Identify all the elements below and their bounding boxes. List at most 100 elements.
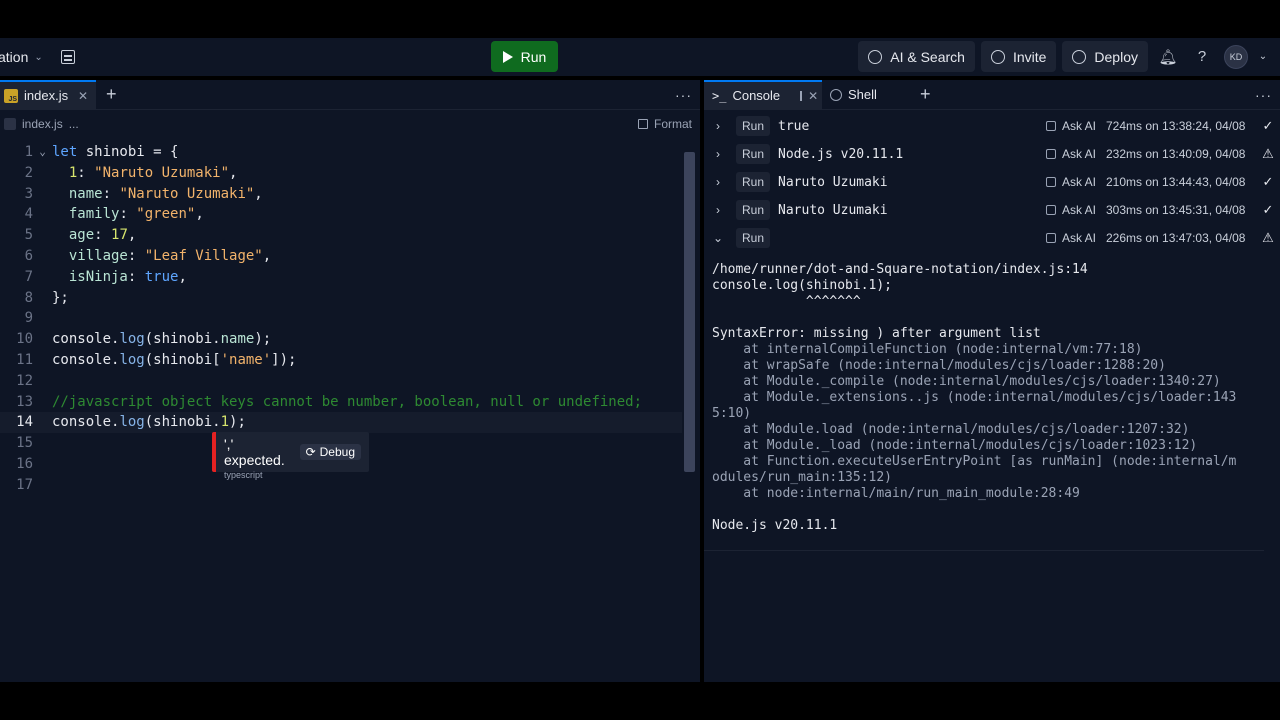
expand-chevron-icon[interactable]: › [704, 147, 732, 161]
close-icon[interactable]: ✕ [78, 89, 88, 103]
code-line[interactable]: 7 isNinja: true, [0, 267, 682, 288]
gutter [33, 475, 52, 496]
file-tree-icon[interactable] [60, 50, 75, 64]
code-line[interactable]: 5 age: 17, [0, 225, 682, 246]
debug-button[interactable]: ⟳ Debug [299, 444, 361, 460]
ask-ai-button[interactable]: Ask AI [1045, 203, 1096, 217]
code-token: family [68, 206, 120, 223]
bell-icon[interactable]: 🔔︎ [1154, 41, 1182, 72]
ask-ai-label: Ask AI [1061, 147, 1096, 161]
code-token: "Naruto Uzumaki" [119, 185, 255, 202]
more-options-icon[interactable]: ··· [1255, 87, 1272, 103]
output-line: at Module._extensions..js (node:internal… [712, 390, 1237, 405]
js-file-icon [4, 118, 16, 130]
expand-chevron-icon[interactable]: › [704, 119, 732, 133]
ai-icon [868, 49, 883, 64]
trash-icon[interactable] [800, 90, 803, 101]
line-number: 8 [24, 289, 33, 306]
code-token: ); [229, 414, 246, 431]
gutter [33, 454, 52, 475]
fold-chevron-icon[interactable]: ⌄ [33, 142, 52, 163]
run-entry[interactable]: › Run Naruto Uzumaki Ask AI 303ms on 13:45:3… [704, 196, 1280, 224]
code-token: , [254, 185, 263, 202]
tab-shell[interactable]: Shell [822, 80, 912, 110]
expand-chevron-icon[interactable]: › [704, 203, 732, 217]
code-line[interactable]: 8}; [0, 288, 682, 309]
deploy-icon [1072, 49, 1087, 64]
code-line[interactable]: 13 //javascript object keys cannot be num… [0, 392, 682, 413]
editor-scrollbar[interactable] [684, 152, 695, 472]
code-line[interactable]: 12 [0, 371, 682, 392]
deploy-button[interactable]: Deploy [1062, 41, 1148, 72]
format-button[interactable]: Format [637, 117, 692, 131]
run-entry[interactable]: › Run true Ask AI 724ms on 13:38:24, 04/08 ✓ [704, 112, 1280, 140]
run-tag: Run [736, 172, 771, 192]
code-line[interactable]: 1 ⌄ let shinobi = { [0, 142, 682, 163]
debug-label: Debug [319, 445, 355, 459]
run-output: true [778, 118, 810, 134]
code-token: : [77, 164, 95, 181]
output-line: at wrapSafe (node:internal/modules/cjs/l… [712, 358, 1166, 373]
code-line[interactable]: 9 [0, 308, 682, 329]
add-tab-icon[interactable]: + [920, 84, 931, 105]
run-entry[interactable]: › Run Naruto Uzumaki Ask AI 210ms on 13:44:4… [704, 168, 1280, 196]
console-icon: >_ [712, 88, 727, 103]
tab-label: index.js [24, 88, 69, 103]
expand-chevron-icon[interactable]: › [704, 175, 732, 189]
code-token: (shinobi[ [144, 351, 221, 368]
code-token: 'name' [220, 351, 272, 368]
gutter [33, 184, 52, 205]
code-line[interactable]: 6 village: "Leaf Village", [0, 246, 682, 267]
line-number: 3 [24, 185, 33, 202]
help-icon[interactable]: ? [1188, 41, 1216, 72]
run-entry[interactable]: › Run Node.js v20.11.1 Ask AI 232ms on 13:40… [704, 140, 1280, 168]
ask-ai-button[interactable]: Ask AI [1045, 147, 1096, 161]
project-name-dropdown[interactable]: ation ⌄ [0, 49, 43, 65]
avatar-menu[interactable]: KD [1222, 41, 1250, 72]
ai-search-button[interactable]: AI & Search [858, 41, 975, 72]
code-line[interactable]: 10 console. log (shinobi. name); [0, 329, 682, 350]
output-line: at Function.executeUserEntryPoint [as ru… [712, 454, 1237, 469]
code-token: log [119, 331, 145, 348]
ask-ai-icon [1045, 233, 1056, 243]
run-history: › Run true Ask AI 724ms on 13:38:24, 04/08 ✓ ›… [704, 110, 1280, 252]
console-pane: >_ Console ✕ Shell + ··· › Run true Ask AI 7… [704, 79, 1280, 682]
invite-button[interactable]: Invite [980, 41, 1057, 72]
run-button[interactable]: Run [491, 41, 558, 72]
code-token: name [68, 185, 103, 202]
line-number: 15 [16, 435, 33, 452]
more-options-icon[interactable]: ··· [675, 87, 692, 103]
expand-chevron-icon[interactable]: ⌄ [704, 231, 732, 245]
chevron-down-icon[interactable]: ⌄ [1256, 41, 1270, 72]
status-icon: ✓ [1262, 202, 1274, 217]
code-token: shinobi = { [85, 144, 179, 160]
close-icon[interactable]: ✕ [808, 89, 818, 103]
top-bar: ation ⌄ Run AI & Search Invite Deploy 🔔︎… [0, 38, 1280, 76]
code-line[interactable]: 3 name: "Naruto Uzumaki", [0, 184, 682, 205]
code-token: village [68, 247, 128, 264]
code-token: , [178, 268, 187, 285]
ask-ai-button[interactable]: Ask AI [1045, 119, 1096, 133]
breadcrumb-more[interactable]: ... [69, 117, 79, 131]
ask-ai-button[interactable]: Ask AI [1045, 231, 1096, 245]
breadcrumb-file[interactable]: index.js [22, 117, 63, 131]
ask-ai-button[interactable]: Ask AI [1045, 175, 1096, 189]
code-line[interactable]: 14 console. log (shinobi. 1); [0, 412, 682, 434]
code-token: 1 [68, 164, 78, 181]
run-entry[interactable]: ⌄ Run Ask AI 226ms on 13:47:03, 04/08 ⚠ [704, 224, 1280, 252]
code-line[interactable]: 4 family: "green", [0, 204, 682, 225]
code-line[interactable]: 11 console. log (shinobi['name']); [0, 350, 682, 371]
status-icon: ✓ [1262, 118, 1274, 133]
output-line: odules/run_main:135:12) [712, 470, 893, 485]
code-line[interactable]: 2 1: "Naruto Uzumaki", [0, 163, 682, 184]
line-number: 11 [16, 351, 33, 368]
add-tab-icon[interactable]: + [106, 84, 117, 105]
line-number: 14 [16, 414, 33, 431]
tab-index-js[interactable]: JS index.js ✕ [0, 79, 96, 110]
error-tooltip: ',' expected. ⟳ Debug typescript [212, 432, 369, 480]
code-token: , [262, 247, 272, 264]
gutter [33, 433, 52, 454]
tab-console[interactable]: >_ Console ✕ [704, 79, 822, 110]
